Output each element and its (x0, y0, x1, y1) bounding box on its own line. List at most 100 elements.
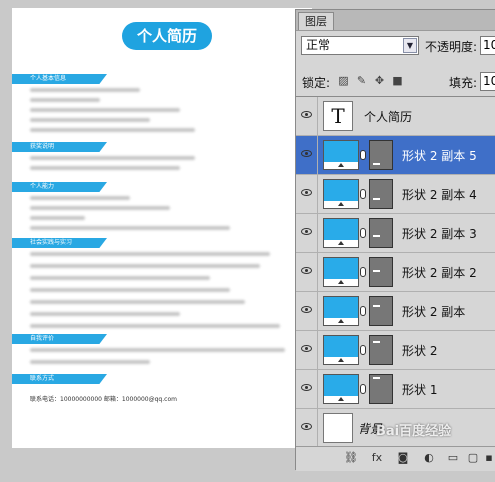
panel-footer: ⛓ fx ◙ ◐ ▭ ▢ ▪ (296, 446, 495, 471)
section-contact: 联系方式 (12, 374, 107, 384)
resume-title: 个人简历 (122, 22, 212, 50)
blurred-text-line (30, 360, 150, 364)
layer-row[interactable]: 形状 2 副本 3 (296, 214, 495, 253)
opacity-input[interactable]: 100% (480, 36, 495, 55)
layer-row[interactable]: T 个人简历 (296, 97, 495, 136)
layers-panel: 图层 正常 ▼ 不透明度: 100% 锁定: ▨ ✎ ✥ ■ 填充: 100% … (295, 9, 495, 471)
eye-icon (301, 228, 312, 235)
blurred-text-line (30, 348, 285, 352)
layer-row[interactable]: 形状 2 副本 (296, 292, 495, 331)
layer-row[interactable]: 形状 2 副本 5 (296, 136, 495, 175)
fill-label: 填充: (449, 76, 478, 90)
vector-mask-thumbnail (369, 374, 393, 404)
mask-shape (373, 198, 380, 200)
visibility-toggle[interactable] (296, 370, 318, 408)
vector-mask-thumbnail (369, 179, 393, 209)
new-group-icon[interactable]: ▭ (446, 451, 460, 465)
section-self-evaluation: 自我评价 (12, 334, 107, 344)
eye-icon (301, 306, 312, 313)
anchor-marker-icon (338, 202, 344, 206)
eye-icon (301, 423, 312, 430)
layer-name: 形状 2 副本 3 (402, 227, 477, 241)
new-layer-icon[interactable]: ▢ (466, 451, 480, 465)
visibility-toggle[interactable] (296, 214, 318, 252)
adjustment-layer-icon[interactable]: ◐ (422, 451, 436, 465)
visibility-toggle[interactable] (296, 253, 318, 291)
section-basic-info: 个人基本信息 (12, 74, 107, 84)
link-icon[interactable] (360, 345, 366, 355)
visibility-toggle[interactable] (296, 409, 318, 447)
blend-mode-select[interactable]: 正常 ▼ (301, 36, 419, 55)
link-icon[interactable] (360, 306, 366, 316)
layer-name: 形状 2 副本 (402, 305, 466, 319)
mask-shape (373, 270, 380, 272)
blurred-text-line (30, 288, 230, 292)
layer-thumbnail (323, 374, 359, 404)
add-mask-icon[interactable]: ◙ (396, 451, 410, 465)
blurred-text-line (30, 128, 195, 132)
visibility-toggle[interactable] (296, 97, 318, 135)
anchor-marker-icon (338, 241, 344, 245)
layer-name: 形状 2 副本 2 (402, 266, 477, 280)
eye-icon (301, 150, 312, 157)
link-icon[interactable] (360, 228, 366, 238)
layer-row[interactable]: 形状 1 (296, 370, 495, 409)
layer-row[interactable]: 形状 2 副本 4 (296, 175, 495, 214)
chevron-down-icon[interactable]: ▼ (403, 38, 417, 53)
blurred-text-line (30, 300, 245, 304)
anchor-marker-icon (338, 280, 344, 284)
mask-shape (373, 377, 380, 379)
vector-mask-thumbnail (369, 218, 393, 248)
lock-transparent-icon[interactable]: ▨ (338, 75, 349, 86)
layer-row[interactable]: 形状 2 (296, 331, 495, 370)
lock-label: 锁定: (302, 76, 331, 90)
vector-mask-thumbnail (369, 140, 393, 170)
visibility-toggle[interactable] (296, 136, 318, 174)
eye-icon (301, 267, 312, 274)
layer-thumbnail (323, 257, 359, 287)
blurred-text-line (30, 264, 260, 268)
link-icon[interactable] (360, 150, 366, 160)
layer-style-icon[interactable]: fx (370, 451, 384, 465)
layer-list: T 个人简历 形状 2 副本 5 形状 2 副本 4 形状 2 副本 3 形状 … (296, 96, 495, 448)
visibility-toggle[interactable] (296, 175, 318, 213)
visibility-toggle[interactable] (296, 292, 318, 330)
lock-brush-icon[interactable]: ✎ (356, 75, 367, 86)
eye-icon (301, 111, 312, 118)
blurred-text-line (30, 206, 170, 210)
section-awards: 获奖说明 (12, 142, 107, 152)
watermark: Bai百度经验 (376, 424, 452, 439)
vector-mask-thumbnail (369, 296, 393, 326)
layer-name: 形状 1 (402, 383, 438, 397)
link-icon[interactable] (360, 267, 366, 277)
layer-name: 形状 2 副本 4 (402, 188, 477, 202)
resume-document: 个人简历 个人基本信息 获奖说明 个人能力 社会实践与实习 自我评价 联系方式 … (12, 8, 312, 448)
blurred-text-line (30, 108, 180, 112)
vector-mask-thumbnail (369, 335, 393, 365)
link-layers-icon[interactable]: ⛓ (344, 451, 358, 465)
lock-move-icon[interactable]: ✥ (374, 75, 385, 86)
mask-shape (373, 341, 380, 343)
opacity-label: 不透明度: (425, 40, 478, 54)
blurred-text-line (30, 88, 140, 92)
blurred-text-line (30, 216, 85, 220)
layer-thumbnail (323, 140, 359, 170)
fill-input[interactable]: 100% (480, 72, 495, 91)
mask-shape (373, 163, 380, 165)
layer-thumbnail (323, 218, 359, 248)
eye-icon (301, 384, 312, 391)
panel-tab-bar: 图层 (296, 10, 495, 31)
layer-row[interactable]: 形状 2 副本 2 (296, 253, 495, 292)
blurred-text-line (30, 196, 130, 200)
link-icon[interactable] (360, 189, 366, 199)
link-icon[interactable] (360, 384, 366, 394)
mask-shape (373, 235, 380, 237)
layer-thumbnail (323, 296, 359, 326)
delete-layer-icon[interactable]: ▪ (482, 451, 495, 465)
blurred-text-line (30, 98, 100, 102)
anchor-marker-icon (338, 397, 344, 401)
blend-mode-value: 正常 (306, 38, 331, 52)
tab-layers[interactable]: 图层 (298, 12, 334, 30)
lock-all-icon[interactable]: ■ (392, 75, 403, 86)
visibility-toggle[interactable] (296, 331, 318, 369)
